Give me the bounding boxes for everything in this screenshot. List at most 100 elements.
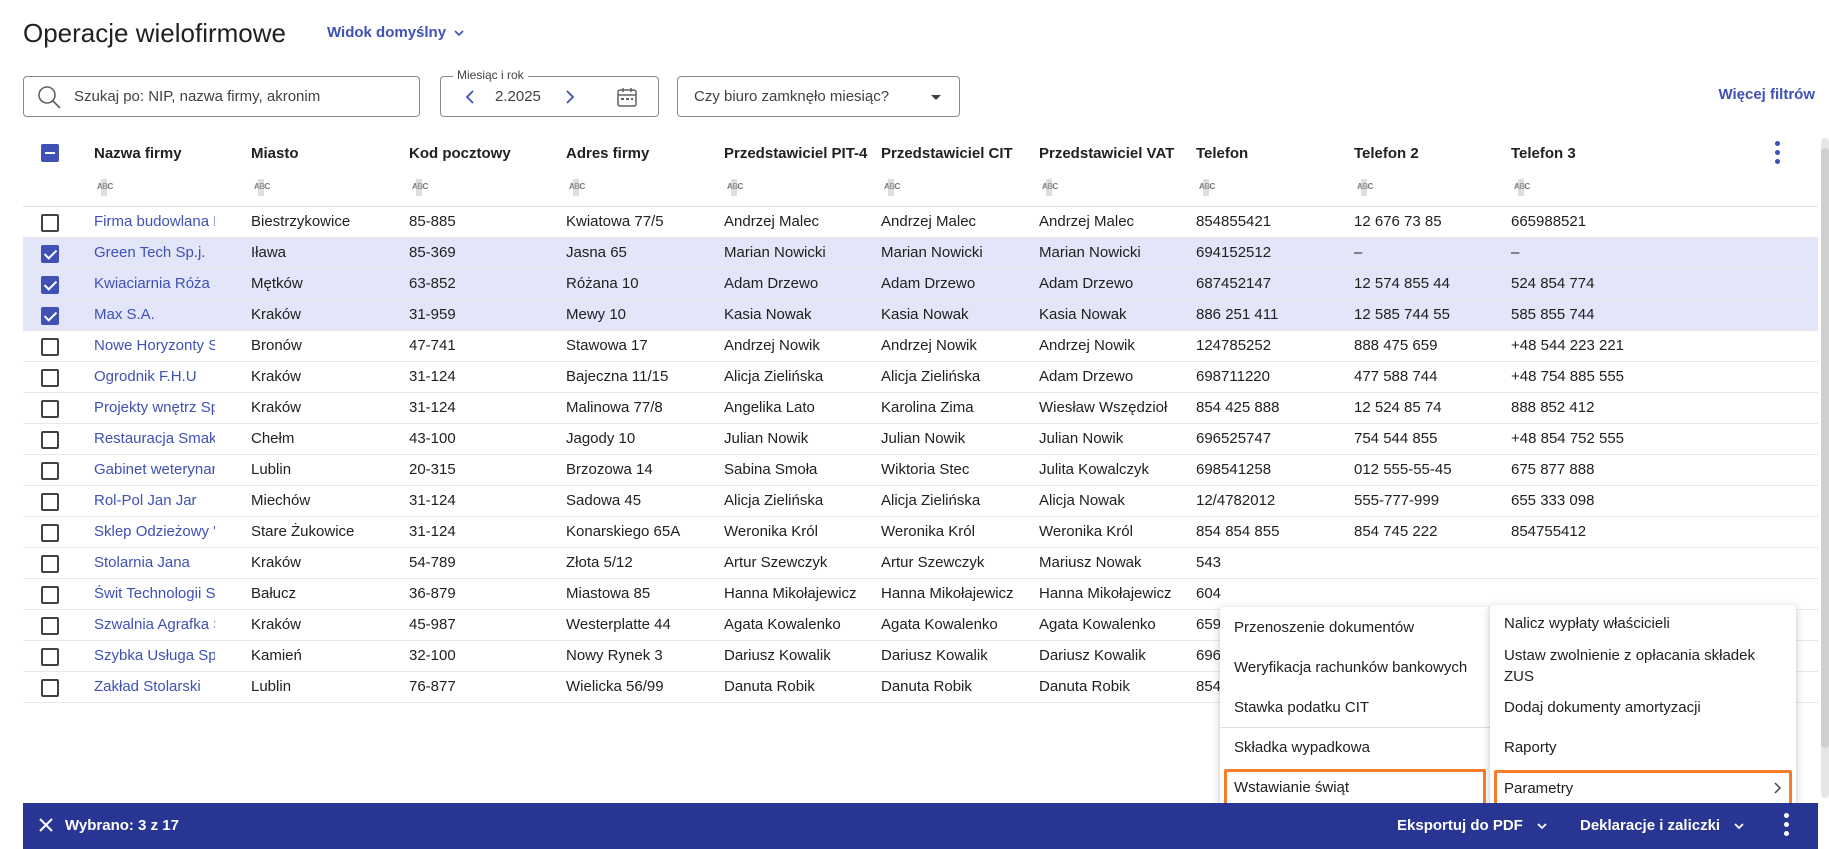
text-filter-icon[interactable]: ABC — [883, 179, 901, 196]
menu-item-amortyzacja[interactable]: Dodaj dokumenty amortyzacji — [1490, 697, 1796, 718]
table-row[interactable]: Stolarnia Jana Kraków 54-789 Złota 5/12 Artu… — [23, 548, 1818, 579]
menu-item-przenoszenie[interactable]: Przenoszenie dokumentów — [1220, 617, 1490, 638]
cell-telefon-2: 555-777-999 — [1354, 492, 1440, 509]
company-name-link[interactable]: Szwalnia Agrafka Sp — [94, 616, 215, 633]
export-pdf-button[interactable]: Eksportuj do PDF — [1397, 817, 1549, 834]
table-row[interactable]: Firma budowlana BC Biestrzykowice 85-885 Kw… — [23, 207, 1818, 238]
closed-month-select[interactable]: Czy biuro zamknęło miesiąc? — [677, 76, 960, 117]
calendar-icon[interactable] — [615, 85, 639, 109]
company-name-link[interactable]: Rol-Pol Jan Jar — [94, 492, 215, 509]
column-options-icon[interactable] — [1773, 141, 1781, 165]
company-name-link[interactable]: Kwiaciarnia Róża Sp — [94, 275, 215, 292]
search-input[interactable] — [74, 88, 394, 105]
month-picker[interactable]: Miesiąc i rok 2.2025 — [440, 68, 659, 117]
column-header-adres-firmy[interactable]: Adres firmy — [566, 145, 649, 162]
company-name-link[interactable]: Sklep Odzieżowy "SZ — [94, 523, 215, 540]
cell-adres-firmy: Różana 10 — [566, 275, 639, 292]
scrollbar-thumb[interactable] — [1821, 148, 1829, 748]
row-checkbox[interactable] — [41, 679, 59, 697]
menu-item-raporty[interactable]: Raporty — [1490, 737, 1796, 758]
row-checkbox[interactable] — [41, 648, 59, 666]
company-name-link[interactable]: Firma budowlana BC — [94, 213, 215, 230]
cell-kod-pocztowy: 47-741 — [409, 337, 456, 354]
column-header-miasto[interactable]: Miasto — [251, 145, 299, 162]
column-header-kod-pocztowy[interactable]: Kod pocztowy — [409, 145, 511, 162]
table-row[interactable]: Gabinet weterynaryj Lublin 20-315 Brzozowa … — [23, 455, 1818, 486]
company-name-link[interactable]: Stolarnia Jana — [94, 554, 215, 571]
column-header-nazwa-firmy[interactable]: Nazwa firmy — [94, 145, 182, 162]
table-row[interactable]: Nowe Horyzonty Sp. Bronów 47-741 Stawowa 17… — [23, 331, 1818, 362]
cell-miasto: Iława — [251, 244, 287, 261]
company-name-link[interactable]: Restauracja Smakos — [94, 430, 215, 447]
more-filters-link[interactable]: Więcej filtrów — [1718, 86, 1815, 103]
table-row[interactable]: Kwiaciarnia Róża Sp Mętków 63-852 Różana 10… — [23, 269, 1818, 300]
company-name-link[interactable]: Gabinet weterynaryj — [94, 461, 215, 478]
table-row[interactable]: Projekty wnętrz Spół Kraków 31-124 Malinowa… — [23, 393, 1818, 424]
company-name-link[interactable]: Green Tech Sp.j. — [94, 244, 215, 261]
row-checkbox[interactable] — [41, 524, 59, 542]
row-checkbox[interactable] — [41, 586, 59, 604]
cell-przedstawiciel-pit4: Julian Nowik — [724, 430, 809, 447]
text-filter-icon[interactable]: ABC — [411, 179, 429, 196]
row-checkbox[interactable] — [41, 338, 59, 356]
company-name-link[interactable]: Zakład Stolarski — [94, 678, 215, 695]
column-header-przedstawiciel-pit4[interactable]: Przedstawiciel PIT-4 — [724, 145, 867, 162]
cell-telefon: 694152512 — [1196, 244, 1272, 261]
company-name-link[interactable]: Projekty wnętrz Spół — [94, 399, 215, 416]
menu-item-zwolnienie-zus[interactable]: Ustaw zwolnienie z opłacania składek ZUS — [1490, 645, 1796, 687]
chevron-right-icon[interactable] — [559, 87, 579, 107]
table-row[interactable]: Rol-Pol Jan Jar Miechów 31-124 Sadowa 45 Ali… — [23, 486, 1818, 517]
chevron-left-icon[interactable] — [461, 87, 481, 107]
declarations-button[interactable]: Deklaracje i zaliczki — [1580, 817, 1746, 834]
text-filter-icon[interactable]: ABC — [1198, 179, 1216, 196]
menu-item-stawka-cit[interactable]: Stawka podatku CIT — [1220, 697, 1490, 718]
cell-przedstawiciel-pit4: Andrzej Nowik — [724, 337, 820, 354]
table-row[interactable]: Green Tech Sp.j. Iława 85-369 Jasna 65 Maria… — [23, 238, 1818, 269]
table-row[interactable]: Ogrodnik F.H.U Kraków 31-124 Bajeczna 11/15… — [23, 362, 1818, 393]
company-name-link[interactable]: Ogrodnik F.H.U — [94, 368, 215, 385]
cell-przedstawiciel-pit4: Kasia Nowak — [724, 306, 812, 323]
menu-item-skladka[interactable]: Składka wypadkowa — [1220, 737, 1490, 758]
row-checkbox[interactable] — [41, 555, 59, 573]
text-filter-icon[interactable]: ABC — [1513, 179, 1531, 196]
company-name-link[interactable]: Nowe Horyzonty Sp. — [94, 337, 215, 354]
row-checkbox[interactable] — [41, 245, 59, 263]
company-name-link[interactable]: Szybka Usługa Sp. z — [94, 647, 215, 664]
cell-telefon-2: 012 555-55-45 — [1354, 461, 1452, 478]
menu-item-weryfikacja[interactable]: Weryfikacja rachunków bankowych — [1220, 657, 1490, 678]
text-filter-icon[interactable]: ABC — [568, 179, 586, 196]
column-header-telefon[interactable]: Telefon — [1196, 145, 1248, 162]
row-checkbox[interactable] — [41, 462, 59, 480]
column-header-telefon-3[interactable]: Telefon 3 — [1511, 145, 1576, 162]
view-selector[interactable]: Widok domyślny — [327, 24, 466, 41]
close-icon[interactable] — [37, 816, 55, 834]
company-name-link[interactable]: Świt Technologii Sp. — [94, 585, 215, 602]
text-filter-icon[interactable]: ABC — [96, 179, 114, 196]
cell-przedstawiciel-vat: Weronika Król — [1039, 523, 1133, 540]
row-checkbox[interactable] — [41, 400, 59, 418]
table-row[interactable]: Restauracja Smakos Chełm 43-100 Jagody 10 Ju… — [23, 424, 1818, 455]
company-name-link[interactable]: Max S.A. — [94, 306, 215, 323]
row-checkbox[interactable] — [41, 369, 59, 387]
row-checkbox[interactable] — [41, 431, 59, 449]
menu-item-nalicz[interactable]: Nalicz wypłaty właścicieli — [1490, 613, 1796, 634]
row-checkbox[interactable] — [41, 617, 59, 635]
text-filter-icon[interactable]: ABC — [253, 179, 271, 196]
text-filter-icon[interactable]: ABC — [726, 179, 744, 196]
text-filter-icon[interactable]: ABC — [1041, 179, 1059, 196]
text-filter-icon[interactable]: ABC — [1356, 179, 1374, 196]
search-field[interactable] — [23, 76, 420, 117]
row-checkbox[interactable] — [41, 276, 59, 294]
more-actions-icon[interactable] — [1782, 813, 1790, 841]
row-checkbox[interactable] — [41, 307, 59, 325]
select-all-checkbox[interactable] — [41, 144, 59, 162]
column-header-przedstawiciel-cit[interactable]: Przedstawiciel CIT — [881, 145, 1013, 162]
column-header-przedstawiciel-vat[interactable]: Przedstawiciel VAT — [1039, 145, 1174, 162]
cell-telefon: 698711220 — [1196, 368, 1270, 385]
cell-telefon-2: 12 585 744 55 — [1354, 306, 1450, 323]
column-header-telefon-2[interactable]: Telefon 2 — [1354, 145, 1419, 162]
table-row[interactable]: Max S.A. Kraków 31-959 Mewy 10 Kasia Nowak Ka… — [23, 300, 1818, 331]
row-checkbox[interactable] — [41, 214, 59, 232]
table-row[interactable]: Sklep Odzieżowy "SZ Stare Żukowice 31-124 K… — [23, 517, 1818, 548]
row-checkbox[interactable] — [41, 493, 59, 511]
